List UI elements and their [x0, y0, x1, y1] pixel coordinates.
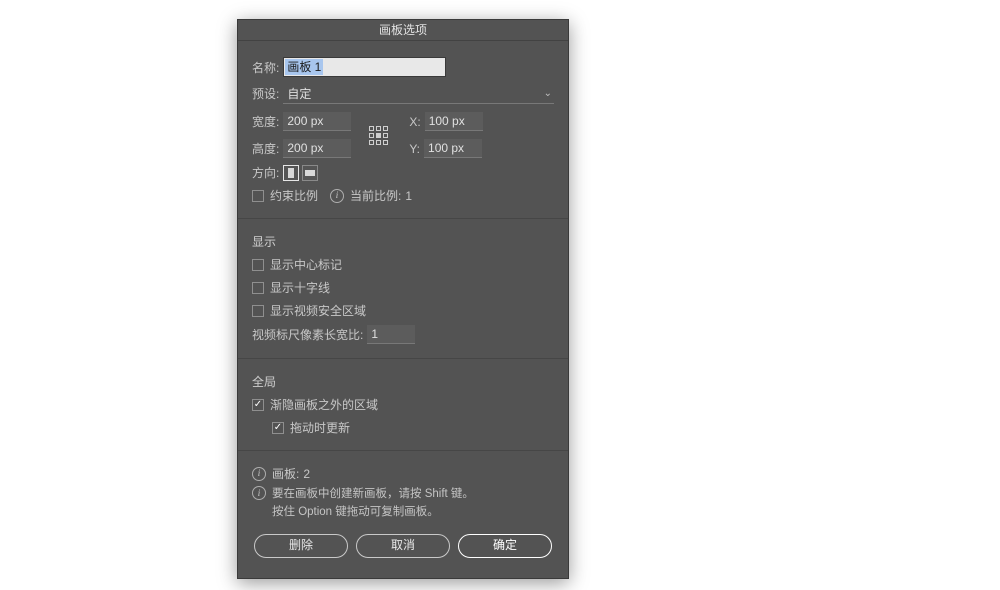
cancel-button[interactable]: 取消 — [356, 534, 450, 558]
dialog-buttons: 删除 取消 确定 — [238, 530, 568, 572]
pixel-aspect-input[interactable] — [367, 325, 415, 344]
x-label: X: — [409, 115, 420, 129]
name-input-selection: 画板 1 — [285, 59, 323, 75]
orientation-label: 方向: — [252, 164, 279, 181]
update-drag-checkbox[interactable] — [272, 422, 284, 434]
name-input-wrap: 画板 1 — [283, 57, 554, 77]
constrain-checkbox[interactable] — [252, 190, 264, 202]
row-show-safe: 显示视频安全区域 — [252, 302, 554, 319]
x-input[interactable] — [425, 112, 483, 131]
artboard-count-value: 2 — [303, 467, 310, 481]
tips-text: 要在画板中创建新画板，请按 Shift 键。 按住 Option 键拖动可复制画… — [272, 486, 474, 522]
row-show-center: 显示中心标记 — [252, 256, 554, 273]
row-fade-outside: 渐隐画板之外的区域 — [252, 396, 554, 413]
row-show-cross: 显示十字线 — [252, 279, 554, 296]
info-icon: i — [252, 486, 266, 500]
ok-button[interactable]: 确定 — [458, 534, 552, 558]
portrait-icon — [288, 168, 294, 178]
info-icon: i — [252, 467, 266, 481]
global-section-title: 全局 — [252, 373, 554, 390]
divider — [238, 450, 568, 451]
preset-value: 自定 — [287, 85, 311, 102]
height-label: 高度: — [252, 140, 279, 157]
show-center-label: 显示中心标记 — [270, 256, 342, 273]
delete-button[interactable]: 删除 — [254, 534, 348, 558]
orientation-landscape-button[interactable] — [302, 165, 318, 181]
divider — [238, 358, 568, 359]
artboard-options-dialog: 画板选项 名称: 画板 1 预设: 自定 ⌄ 宽度: — [237, 19, 569, 579]
y-label: Y: — [409, 142, 420, 156]
row-orientation: 方向: — [252, 164, 554, 181]
show-safe-checkbox[interactable] — [252, 305, 264, 317]
dialog-body: 名称: 画板 1 预设: 自定 ⌄ 宽度: 高度: — [238, 41, 568, 530]
show-safe-label: 显示视频安全区域 — [270, 302, 366, 319]
pixel-aspect-label: 视频标尺像素长宽比: — [252, 326, 363, 343]
width-label: 宽度: — [252, 113, 279, 130]
artboard-count-label: 画板: — [272, 465, 299, 482]
show-center-checkbox[interactable] — [252, 259, 264, 271]
info-icon: i — [330, 189, 344, 203]
fade-outside-label: 渐隐画板之外的区域 — [270, 396, 378, 413]
y-input[interactable] — [424, 139, 482, 158]
current-ratio-value: 1 — [405, 189, 412, 203]
name-label: 名称: — [252, 59, 279, 76]
update-drag-label: 拖动时更新 — [290, 419, 350, 436]
dialog-title: 画板选项 — [238, 20, 568, 41]
constrain-label: 约束比例 — [270, 187, 318, 204]
row-constrain: 约束比例 i 当前比例: 1 — [252, 187, 554, 204]
chevron-down-icon: ⌄ — [544, 88, 552, 99]
row-tips: i 要在画板中创建新画板，请按 Shift 键。 按住 Option 键拖动可复… — [252, 486, 554, 522]
tip-line-2: 按住 Option 键拖动可复制画板。 — [272, 504, 474, 522]
preset-select[interactable]: 自定 ⌄ — [283, 83, 554, 104]
reference-point-center[interactable] — [376, 133, 381, 138]
position-col: X: Y: — [409, 112, 482, 158]
width-input[interactable] — [283, 112, 351, 131]
row-name: 名称: 画板 1 — [252, 57, 554, 77]
tip-line-1: 要在画板中创建新画板，请按 Shift 键。 — [272, 486, 474, 504]
row-preset: 预设: 自定 ⌄ — [252, 83, 554, 104]
landscape-icon — [305, 170, 315, 176]
display-section-title: 显示 — [252, 233, 554, 250]
row-update-drag: 拖动时更新 — [252, 419, 554, 436]
current-ratio-label: 当前比例: — [350, 187, 401, 204]
show-cross-checkbox[interactable] — [252, 282, 264, 294]
row-pixel-aspect: 视频标尺像素长宽比: — [252, 325, 554, 344]
preset-label: 预设: — [252, 85, 279, 102]
row-artboard-count: i 画板: 2 — [252, 465, 554, 482]
height-input[interactable] — [283, 139, 351, 158]
reference-point-grid[interactable] — [369, 126, 391, 145]
show-cross-label: 显示十字线 — [270, 279, 330, 296]
orientation-portrait-button[interactable] — [283, 165, 299, 181]
size-col: 宽度: 高度: — [252, 112, 351, 158]
dimensions-block: 宽度: 高度: X: Y: — [252, 112, 554, 158]
divider — [238, 218, 568, 219]
fade-outside-checkbox[interactable] — [252, 399, 264, 411]
